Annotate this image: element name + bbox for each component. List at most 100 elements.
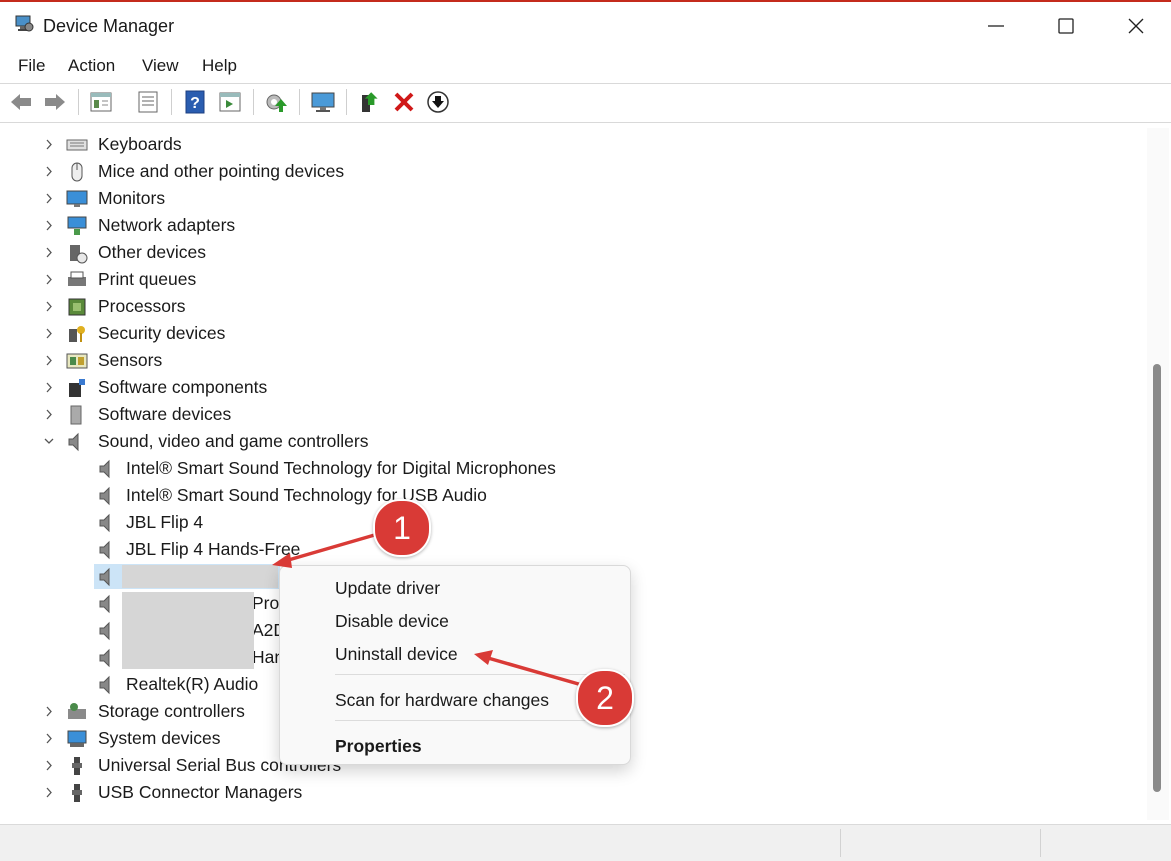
update-driver-menu-item[interactable]: Update driver	[335, 578, 440, 599]
device-manager-icon	[15, 15, 34, 32]
chevron-right-icon[interactable]	[44, 158, 54, 185]
network-icon	[67, 216, 87, 235]
tree-device[interactable]: JBL Flip 4 Hands-Free	[4, 536, 1144, 563]
scan-hardware-menu-item[interactable]: Scan for hardware changes	[335, 690, 549, 711]
chevron-right-icon[interactable]	[44, 779, 54, 806]
minimize-button[interactable]	[961, 4, 1031, 48]
title-bar: Device Manager	[0, 4, 1171, 48]
tree-device-label: Realtek(R) Audio	[126, 674, 259, 694]
svg-text:?: ?	[190, 95, 200, 112]
chevron-right-icon[interactable]	[44, 725, 54, 752]
tree-category[interactable]: Software components	[4, 374, 1144, 401]
speaker-icon	[99, 459, 110, 479]
scrollbar-thumb[interactable]	[1153, 364, 1161, 792]
uninstall-icon[interactable]	[391, 89, 417, 115]
speaker-icon	[99, 513, 110, 533]
tree-category[interactable]: Monitors	[4, 185, 1144, 212]
tree-category-label: System devices	[98, 728, 221, 748]
tree-category-label: Sensors	[98, 350, 163, 370]
disable-device-menu-item[interactable]: Disable device	[335, 611, 449, 632]
tree-device-label: JBL Flip 4 Hands-Free	[126, 539, 301, 559]
scan-hardware-icon[interactable]	[263, 89, 289, 115]
tree-device-label: JBL Flip 4	[126, 512, 204, 532]
menu-file[interactable]: File	[18, 56, 45, 76]
device-manager-window: Device Manager File Action View Help ? K…	[0, 0, 1171, 861]
system-icon	[67, 730, 87, 747]
chevron-right-icon[interactable]	[44, 401, 54, 428]
chevron-right-icon[interactable]	[44, 320, 54, 347]
speaker-icon	[99, 594, 110, 614]
menu-help[interactable]: Help	[202, 56, 237, 76]
status-bar	[0, 824, 1171, 861]
chevron-right-icon[interactable]	[44, 239, 54, 266]
show-hide-tree-icon[interactable]	[88, 89, 114, 115]
properties-menu-item[interactable]: Properties	[335, 736, 422, 757]
tree-device-label: Intel® Smart Sound Technology for Digita…	[126, 458, 556, 478]
monitor-icon	[66, 190, 88, 207]
software-device-icon	[70, 405, 82, 425]
usb-icon	[72, 784, 82, 802]
back-icon[interactable]	[8, 89, 34, 115]
forward-icon[interactable]	[42, 89, 68, 115]
mouse-icon	[71, 162, 83, 182]
uninstall-device-menu-item[interactable]: Uninstall device	[335, 644, 458, 665]
tree-category-label: Software devices	[98, 404, 232, 424]
tree-category[interactable]: Sound, video and game controllers	[4, 428, 1144, 455]
redacted-device-name	[122, 644, 254, 669]
tree-category[interactable]: Processors	[4, 293, 1144, 320]
tree-category[interactable]: Other devices	[4, 239, 1144, 266]
chevron-right-icon[interactable]	[44, 266, 54, 293]
chevron-right-icon[interactable]	[44, 131, 54, 158]
menu-view[interactable]: View	[142, 56, 179, 76]
tree-device[interactable]: JBL Flip 4	[4, 509, 1144, 536]
tree-category-label: USB Connector Managers	[98, 782, 303, 802]
tree-category-label: Keyboards	[98, 134, 182, 154]
tree-category-label: Processors	[98, 296, 186, 316]
chevron-down-icon[interactable]	[44, 428, 54, 455]
key-icon	[69, 326, 85, 342]
chevron-right-icon[interactable]	[44, 374, 54, 401]
tree-category-label: Mice and other pointing devices	[98, 161, 345, 181]
tree-category[interactable]: Mice and other pointing devices	[4, 158, 1144, 185]
tree-device-label: Intel® Smart Sound Technology for USB Au…	[126, 485, 487, 505]
speaker-icon	[99, 675, 110, 695]
tree-category[interactable]: Keyboards	[4, 131, 1144, 158]
step-2-badge: 2	[576, 669, 634, 727]
speaker-icon	[99, 567, 110, 587]
computer-icon[interactable]	[310, 89, 336, 115]
tree-category[interactable]: Print queues	[4, 266, 1144, 293]
chevron-right-icon[interactable]	[44, 347, 54, 374]
chevron-right-icon[interactable]	[44, 293, 54, 320]
minimize-icon	[988, 25, 1004, 27]
speaker-icon	[99, 621, 110, 641]
menu-action[interactable]: Action	[68, 56, 115, 76]
chevron-right-icon[interactable]	[44, 752, 54, 779]
tree-category[interactable]: Software devices	[4, 401, 1144, 428]
properties-icon[interactable]	[135, 89, 161, 115]
tree-device[interactable]: Intel® Smart Sound Technology for USB Au…	[4, 482, 1144, 509]
redacted-device-name	[122, 617, 254, 644]
tree-category[interactable]: Sensors	[4, 347, 1144, 374]
chevron-right-icon[interactable]	[44, 185, 54, 212]
disable-icon[interactable]	[425, 89, 451, 115]
tree-device[interactable]: Intel® Smart Sound Technology for Digita…	[4, 455, 1144, 482]
help-icon[interactable]: ?	[182, 89, 208, 115]
unknown-device-icon	[70, 245, 88, 264]
tree-category[interactable]: USB Connector Managers	[4, 779, 1144, 806]
puzzle-icon	[69, 379, 85, 397]
tree-category[interactable]: Security devices	[4, 320, 1144, 347]
update-driver-icon[interactable]	[357, 89, 383, 115]
vertical-scrollbar[interactable]	[1147, 128, 1169, 820]
speaker-icon	[68, 432, 79, 452]
redacted-device-name	[122, 592, 254, 617]
close-button[interactable]	[1101, 4, 1171, 48]
show-hidden-icon[interactable]	[217, 89, 243, 115]
maximize-icon	[1058, 18, 1074, 34]
storage-icon	[68, 703, 86, 719]
chevron-right-icon[interactable]	[44, 698, 54, 725]
speaker-icon	[99, 648, 110, 668]
maximize-button[interactable]	[1031, 4, 1101, 48]
tree-category-label: Security devices	[98, 323, 226, 343]
tree-category[interactable]: Network adapters	[4, 212, 1144, 239]
chevron-right-icon[interactable]	[44, 212, 54, 239]
